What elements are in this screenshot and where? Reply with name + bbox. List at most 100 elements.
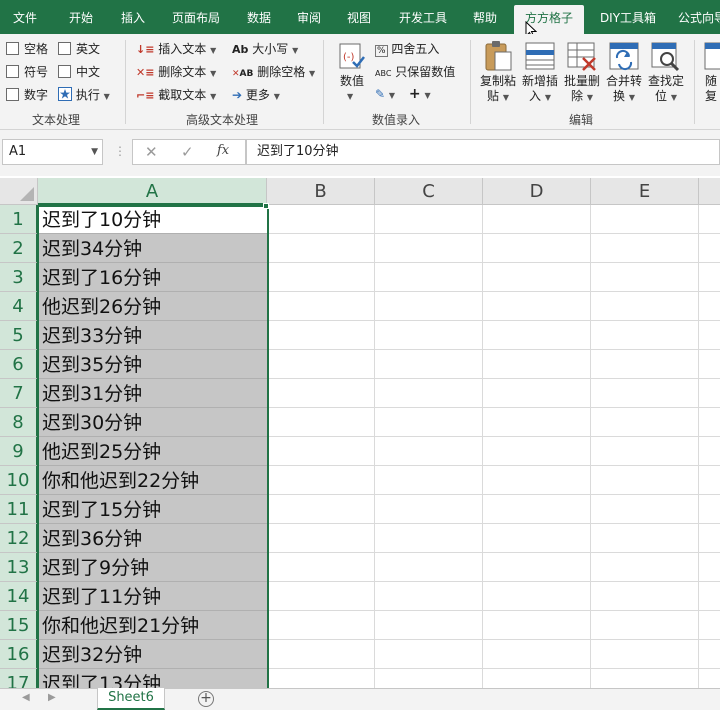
edit-entry-button[interactable]: ✎ ▼ + ▼ <box>375 86 431 102</box>
cancel-icon[interactable]: ✕ <box>145 143 158 161</box>
row-header[interactable]: 8 <box>0 408 38 437</box>
row-header[interactable]: 16 <box>0 640 38 669</box>
empty-cell[interactable] <box>267 408 375 437</box>
row-header[interactable]: 14 <box>0 582 38 611</box>
empty-cell[interactable] <box>483 669 591 688</box>
empty-cell[interactable] <box>591 234 699 263</box>
empty-cell[interactable] <box>591 350 699 379</box>
empty-cell[interactable] <box>699 408 720 437</box>
column-header-f[interactable] <box>699 178 720 205</box>
chevron-down-icon[interactable]: ▼ <box>91 140 98 164</box>
empty-cell[interactable] <box>483 640 591 669</box>
checkbox-english[interactable] <box>58 42 71 55</box>
empty-cell[interactable] <box>591 292 699 321</box>
copy-paste-button[interactable] <box>483 40 513 75</box>
empty-cell[interactable] <box>267 611 375 640</box>
checkbox-number[interactable] <box>6 88 19 101</box>
table-cell[interactable]: 迟到34分钟 <box>38 234 267 263</box>
row-header[interactable]: 10 <box>0 466 38 495</box>
table-cell[interactable]: 他迟到25分钟 <box>38 437 267 466</box>
empty-cell[interactable] <box>267 292 375 321</box>
empty-cell[interactable] <box>699 640 720 669</box>
round-button[interactable]: % 四舍五入 <box>375 40 439 57</box>
empty-cell[interactable] <box>375 292 483 321</box>
insert-text-button[interactable]: ↓≡ 插入文本 ▼ <box>136 40 216 57</box>
table-cell[interactable]: 迟到30分钟 <box>38 408 267 437</box>
table-cell[interactable]: 你和他迟到22分钟 <box>38 466 267 495</box>
keep-value-button[interactable]: ABC 只保留数值 <box>375 63 455 80</box>
empty-cell[interactable] <box>483 321 591 350</box>
checkbox-space[interactable] <box>6 42 19 55</box>
delete-spaces-button[interactable]: ✕AB 删除空格 ▼ <box>232 63 315 80</box>
empty-cell[interactable] <box>375 321 483 350</box>
empty-cell[interactable] <box>267 582 375 611</box>
empty-cell[interactable] <box>375 495 483 524</box>
sheet-tab-sheet6[interactable]: Sheet6 <box>97 688 165 710</box>
empty-cell[interactable] <box>267 350 375 379</box>
empty-cell[interactable] <box>375 582 483 611</box>
tab-home[interactable]: 开始 <box>64 0 98 34</box>
empty-cell[interactable] <box>591 640 699 669</box>
empty-cell[interactable] <box>591 321 699 350</box>
table-cell[interactable]: 你和他迟到21分钟 <box>38 611 267 640</box>
empty-cell[interactable] <box>267 553 375 582</box>
random-button[interactable] <box>703 40 720 75</box>
empty-cell[interactable] <box>699 205 720 234</box>
empty-cell[interactable] <box>375 437 483 466</box>
name-box[interactable]: A1 ▼ <box>2 139 103 165</box>
table-cell[interactable]: 迟到了15分钟 <box>38 495 267 524</box>
insert-new-button[interactable] <box>525 40 555 75</box>
row-header[interactable]: 4 <box>0 292 38 321</box>
table-cell[interactable]: 迟到33分钟 <box>38 321 267 350</box>
empty-cell[interactable] <box>483 524 591 553</box>
tab-view[interactable]: 视图 <box>342 0 376 34</box>
batch-delete-button[interactable] <box>567 40 597 75</box>
empty-cell[interactable] <box>267 205 375 234</box>
formula-input[interactable]: 迟到了10分钟 <box>246 139 720 165</box>
value-button[interactable]: (-) <box>337 42 365 73</box>
column-header-a[interactable]: A <box>38 178 267 205</box>
empty-cell[interactable] <box>375 640 483 669</box>
empty-cell[interactable] <box>591 205 699 234</box>
sheet-prev-icon[interactable]: ◀ <box>22 692 30 703</box>
column-header-c[interactable]: C <box>375 178 483 205</box>
tab-review[interactable]: 审阅 <box>292 0 326 34</box>
empty-cell[interactable] <box>375 408 483 437</box>
add-sheet-icon[interactable]: + <box>198 691 214 707</box>
empty-cell[interactable] <box>591 553 699 582</box>
empty-cell[interactable] <box>267 437 375 466</box>
empty-cell[interactable] <box>375 205 483 234</box>
empty-cell[interactable] <box>699 321 720 350</box>
tab-help[interactable]: 帮助 <box>468 0 502 34</box>
tab-data[interactable]: 数据 <box>242 0 276 34</box>
sheet-next-icon[interactable]: ▶ <box>48 692 56 703</box>
empty-cell[interactable] <box>699 495 720 524</box>
empty-cell[interactable] <box>483 495 591 524</box>
empty-cell[interactable] <box>375 350 483 379</box>
empty-cell[interactable] <box>591 263 699 292</box>
empty-cell[interactable] <box>483 408 591 437</box>
empty-cell[interactable] <box>483 292 591 321</box>
tab-file[interactable]: 文件 <box>10 0 40 34</box>
table-cell[interactable]: 迟到31分钟 <box>38 379 267 408</box>
empty-cell[interactable] <box>591 437 699 466</box>
fill-handle[interactable] <box>263 203 269 209</box>
empty-cell[interactable] <box>483 466 591 495</box>
execute-button[interactable]: 执行 ▼ <box>58 86 110 103</box>
more-button[interactable]: ➔ 更多 ▼ <box>232 86 280 103</box>
empty-cell[interactable] <box>591 582 699 611</box>
empty-cell[interactable] <box>267 234 375 263</box>
case-button[interactable]: Ab 大小写 ▼ <box>232 40 298 57</box>
table-cell[interactable]: 迟到36分钟 <box>38 524 267 553</box>
empty-cell[interactable] <box>483 379 591 408</box>
empty-cell[interactable] <box>483 582 591 611</box>
row-header[interactable]: 12 <box>0 524 38 553</box>
table-cell[interactable]: 迟到了13分钟 <box>38 669 267 688</box>
empty-cell[interactable] <box>699 553 720 582</box>
tab-developer[interactable]: 开发工具 <box>394 0 452 34</box>
find-locate-button[interactable] <box>651 40 681 75</box>
empty-cell[interactable] <box>699 292 720 321</box>
empty-cell[interactable] <box>699 350 720 379</box>
active-cell[interactable]: 迟到了10分钟 <box>38 205 267 234</box>
empty-cell[interactable] <box>699 437 720 466</box>
